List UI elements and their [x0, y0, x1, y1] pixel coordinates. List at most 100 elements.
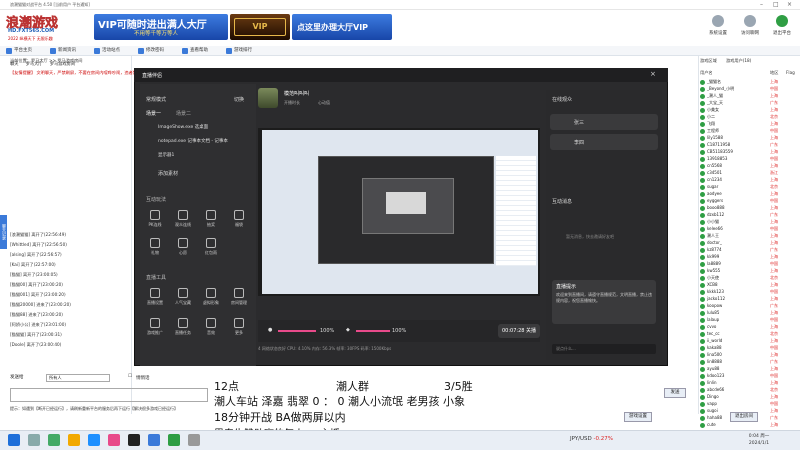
minimize-icon[interactable]: – [760, 1, 763, 8]
tab-room[interactable]: 罗马游戏房间 [50, 61, 75, 66]
user-row[interactable]: kdoo123 中国 [700, 372, 798, 379]
scene-tab-1[interactable]: 场景一 [146, 110, 161, 117]
user-row[interactable]: linlin 上海 [700, 379, 798, 386]
scene-switch[interactable]: 切换 [234, 96, 244, 103]
user-row[interactable]: 工程师 中国 [700, 127, 798, 134]
audience-link-button[interactable]: 观众连线 [172, 210, 194, 228]
chat-input[interactable] [10, 388, 208, 402]
user-row[interactable]: C18711958 广东 [700, 141, 798, 148]
user-row[interactable]: XCB8 上海 [700, 281, 798, 288]
user-row[interactable]: dzxb112 广东 [700, 211, 798, 218]
clock[interactable]: 0:04 周一 2024/1/1 [744, 433, 774, 447]
folder-icon[interactable] [68, 434, 80, 446]
user-row[interactable]: 飞翔 上海 [700, 120, 798, 127]
gift-button[interactable]: 礼物 [144, 238, 166, 256]
live-task-button[interactable]: 直播任务 [172, 318, 194, 336]
toolbar-ranking[interactable]: 游戏排行 [226, 47, 252, 55]
user-row[interactable]: 小美女 上海 [700, 106, 798, 113]
user-row[interactable]: cn1234 上海 [700, 176, 798, 183]
user-row[interactable]: tec_cc 北京 [700, 330, 798, 337]
vip-badge-banner[interactable]: VIP [230, 14, 290, 40]
user-row[interactable]: _大宝_天 广东 [700, 99, 798, 106]
source-item[interactable]: ImageShow.exe 选桌面 [158, 124, 208, 130]
streamer-avatar[interactable] [258, 88, 278, 108]
user-row[interactable]: la8889 中国 [700, 260, 798, 267]
search-icon[interactable] [28, 434, 40, 446]
source-item[interactable]: 显示器1 [158, 152, 174, 158]
add-material-button[interactable]: 添加素材 [158, 170, 178, 177]
studio-app-icon[interactable] [108, 434, 120, 446]
settings-app-icon[interactable] [188, 434, 200, 446]
popularity-button[interactable]: 人气宝藏 [172, 288, 194, 306]
studio-chat-input[interactable]: 说点什么... [552, 344, 656, 354]
pk-button[interactable]: PK连线 [144, 210, 166, 228]
user-row[interactable]: 小天使 北京 [700, 274, 798, 281]
user-row[interactable]: 潮人王 上海 [700, 232, 798, 239]
user-row[interactable]: CB51183559 上海 [700, 148, 798, 155]
start-icon[interactable] [8, 434, 20, 446]
scene-mode[interactable]: 常规模式 [146, 96, 166, 103]
tiktok-icon[interactable] [128, 434, 140, 446]
avatar-button[interactable]: 虚拟形象 [200, 288, 222, 306]
vip-ad-banner[interactable]: VIP可随时进出满人大厅 不用等千等万等人 [94, 14, 228, 40]
user-row[interactable]: eyggers 中国 [700, 197, 798, 204]
browser-icon[interactable] [88, 434, 100, 446]
market-pair[interactable]: JPY/USD [570, 436, 592, 442]
toolbar-events[interactable]: 活动站点 [94, 47, 120, 55]
exit-room-button[interactable]: 退出房间 [730, 412, 758, 422]
user-row[interactable]: _Beyond_小明 中国 [700, 85, 798, 92]
user-row[interactable]: kaka88 中国 [700, 344, 798, 351]
send-to-select[interactable]: 所有人 [46, 374, 110, 382]
mic-icon[interactable]: ● [268, 327, 272, 333]
chat-app-icon[interactable] [168, 434, 180, 446]
speaker-icon[interactable]: ◆ [346, 327, 350, 333]
user-row[interactable]: kkkk123 中国 [700, 288, 798, 295]
user-row[interactable]: koopow 广东 [700, 302, 798, 309]
user-row[interactable]: kk999 上海 [700, 253, 798, 260]
exit-platform-button[interactable]: 退出平台 [768, 15, 796, 41]
room-manage-button[interactable]: 房间管理 [228, 288, 250, 306]
side-tab[interactable]: 聊天记录 [0, 215, 7, 249]
mic-volume-slider[interactable] [278, 330, 316, 332]
user-row[interactable]: kw555 上海 [700, 267, 798, 274]
toolbar-password[interactable]: 修改密码 [138, 47, 164, 55]
user-tab-area[interactable]: 游戏区域 [700, 58, 717, 64]
user-row[interactable]: ii_world 上海 [700, 337, 798, 344]
col-region[interactable]: 地区 [770, 70, 778, 76]
user-row[interactable]: lalaup 中国 [700, 316, 798, 323]
sound-button[interactable]: 音效 [200, 318, 222, 336]
user-row[interactable]: Dingo 上海 [700, 393, 798, 400]
user-row[interactable]: lin8888 广东 [700, 358, 798, 365]
user-row[interactable]: ayu88 上海 [700, 365, 798, 372]
user-row[interactable]: lulu85 上海 [700, 309, 798, 316]
source-item[interactable]: notepad.exe 记事本文档 - 记事本 [158, 138, 228, 144]
scene-tab-2[interactable]: 场景二 [176, 110, 191, 117]
live-settings-button[interactable]: 直播设置 [144, 288, 166, 306]
user-row[interactable]: c34501 浙江 [700, 169, 798, 176]
close-icon[interactable]: × [787, 1, 792, 8]
toolbar-home[interactable]: 平台主页 [6, 47, 32, 55]
user-row[interactable]: _潮人_猫 上海 [700, 92, 798, 99]
user-row[interactable]: cn5568 上海 [700, 162, 798, 169]
user-row[interactable]: 小小猫 上海 [700, 218, 798, 225]
site-logo[interactable]: 浪潮游戏 HD.FXT565.COM 2022 纵横天下 无限乐趣 [6, 12, 92, 44]
settings-button[interactable]: 系统设置 [704, 15, 732, 41]
viewer-card[interactable]: 李四 [550, 134, 658, 150]
user-row[interactable]: doctor_ 上海 [700, 239, 798, 246]
user-row[interactable]: abcde66 北京 [700, 386, 798, 393]
viewer-card[interactable]: 张三 [550, 114, 658, 130]
game-promo-button[interactable]: 游戏推广 [144, 318, 166, 336]
vip-signup-banner[interactable]: 点这里办理大厅VIP [292, 14, 392, 40]
user-row[interactable]: _猫猫名 上海 [700, 78, 798, 85]
user-row[interactable]: booo888 上海 [700, 204, 798, 211]
lucky-bag-button[interactable]: 福袋 [228, 210, 250, 228]
speaker-volume-slider[interactable] [356, 330, 390, 332]
studio-close-icon[interactable]: × [650, 70, 656, 78]
user-row[interactable]: cute 上海 [700, 421, 798, 428]
user-row[interactable]: lina500 上海 [700, 351, 798, 358]
tab-hall[interactable]: 罗马大厅 [26, 61, 43, 66]
toolbar-news[interactable]: 新闻资讯 [50, 47, 76, 55]
toolbar-help[interactable]: 查看帮助 [182, 47, 208, 55]
lottery-button[interactable]: 抽奖 [200, 210, 222, 228]
user-row[interactable]: 13918853 中国 [700, 155, 798, 162]
